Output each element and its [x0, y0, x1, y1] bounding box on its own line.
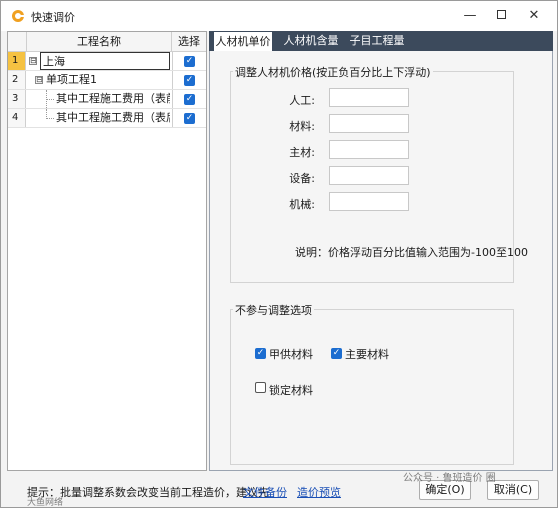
column-header-select[interactable]: 选择 — [172, 32, 206, 52]
collapse-toggle-icon[interactable]: ⊟ — [29, 57, 37, 65]
app-logo-icon — [12, 10, 24, 22]
group-title: 调整人材机价格(按正负百分比上下浮动) — [233, 64, 433, 80]
row-select-checkbox[interactable]: ✓ — [184, 94, 195, 105]
window-title: 快速调价 — [31, 11, 75, 24]
field-label-machinery: 机械: — [289, 198, 315, 211]
cost-preview-link[interactable]: 造价预览 — [297, 484, 341, 500]
row-number: 2 — [8, 71, 26, 89]
tab-material-content[interactable]: 人材机含量 — [281, 31, 341, 51]
tree-row-unit-project[interactable]: 2 ⊟ 单项工程1 ✓ — [8, 71, 206, 90]
project-name: 单项工程1 — [46, 73, 97, 86]
range-note: 说明：价格浮动百分比值输入范围为-100至100 — [295, 246, 528, 259]
locked-material-label[interactable]: 锁定材料 — [269, 382, 313, 398]
machinery-percent-input[interactable] — [329, 192, 409, 211]
row-number: 3 — [8, 90, 26, 108]
tree-line — [46, 99, 54, 100]
project-tree-table: 工程名称 选择 1 ⊟ 上海 ✓ 2 ⊟ 单项工程1 ✓ 3 其中工程施工费用（… — [7, 31, 207, 471]
price-adjust-group: 调整人材机价格(按正负百分比上下浮动) 人工: 材料: 主材: 设备: 机械: … — [230, 64, 528, 283]
project-name: 其中工程施工费用（表后 — [56, 111, 170, 124]
row-select-checkbox[interactable]: ✓ — [184, 75, 195, 86]
field-label-equipment: 设备: — [289, 172, 315, 185]
labor-percent-input[interactable] — [329, 88, 409, 107]
row-number: 1 — [8, 52, 26, 70]
main-material-checkbox[interactable]: ✓ — [331, 348, 342, 359]
tab-material-unit-price[interactable]: 人材机单价 — [213, 31, 273, 51]
watermark-right: 公众号 · 鲁班造价 圈 — [403, 473, 496, 484]
minimize-button[interactable]: — — [459, 6, 481, 26]
project-name: 其中工程施工费用（表前 — [56, 92, 170, 105]
file-backup-link[interactable]: 文件备份 — [243, 484, 287, 500]
collapse-toggle-icon[interactable]: ⊟ — [35, 76, 43, 84]
supplied-material-label[interactable]: 甲供材料 — [269, 346, 313, 362]
field-label-material: 材料: — [289, 120, 315, 133]
project-name-editor[interactable]: 上海 — [40, 52, 170, 70]
group-title: 不参与调整选项 — [233, 302, 314, 318]
field-label-labor: 人工: — [289, 94, 315, 107]
main-material-label[interactable]: 主要材料 — [345, 346, 389, 362]
row-select-cell: ✓ — [172, 90, 206, 108]
close-button[interactable]: ✕ — [523, 6, 545, 26]
field-label-main-material: 主材: — [289, 146, 315, 159]
tree-line — [46, 118, 54, 119]
tab-item-quantity[interactable]: 子目工程量 — [347, 31, 407, 51]
column-header-name[interactable]: 工程名称 — [26, 32, 172, 52]
tree-row-shanghai[interactable]: 1 ⊟ 上海 ✓ — [8, 52, 206, 71]
tab-content: 调整人材机价格(按正负百分比上下浮动) 人工: 材料: 主材: 设备: 机械: … — [209, 51, 553, 471]
main-material-percent-input[interactable] — [329, 140, 409, 159]
maximize-button[interactable] — [490, 6, 512, 26]
equipment-percent-input[interactable] — [329, 166, 409, 185]
material-percent-input[interactable] — [329, 114, 409, 133]
row-select-cell: ✓ — [172, 52, 206, 70]
watermark-left: 大鱼网络 — [27, 498, 64, 508]
quick-price-adjust-dialog: 快速调价 — ✕ 工程名称 选择 1 ⊟ 上海 ✓ 2 ⊟ 单项工程1 ✓ 3 … — [0, 0, 558, 508]
tree-row-cost-before[interactable]: 3 其中工程施工费用（表前 ✓ — [8, 90, 206, 109]
tab-bar: 人材机单价 人材机含量 子目工程量 — [209, 31, 553, 51]
row-select-cell: ✓ — [172, 109, 206, 127]
row-number: 4 — [8, 109, 26, 127]
row-select-cell: ✓ — [172, 71, 206, 89]
title-bar: 快速调价 — ✕ — [1, 1, 557, 31]
locked-material-checkbox[interactable] — [255, 382, 266, 393]
project-name: 上海 — [43, 55, 65, 68]
row-select-checkbox[interactable]: ✓ — [184, 56, 195, 67]
hint-text: 提示：批量调整系数会改变当前工程造价，建议先 — [27, 486, 269, 499]
supplied-material-checkbox[interactable]: ✓ — [255, 348, 266, 359]
exclude-options-group: 不参与调整选项 ✓ 甲供材料 ✓ 主要材料 锁定材料 — [230, 302, 514, 465]
tree-row-cost-after[interactable]: 4 其中工程施工费用（表后 ✓ — [8, 109, 206, 128]
adjust-panel: 人材机单价 人材机含量 子目工程量 调整人材机价格(按正负百分比上下浮动) 人工… — [209, 31, 553, 471]
row-select-checkbox[interactable]: ✓ — [184, 113, 195, 124]
tree-header: 工程名称 选择 — [8, 32, 206, 52]
maximize-icon — [496, 10, 506, 19]
